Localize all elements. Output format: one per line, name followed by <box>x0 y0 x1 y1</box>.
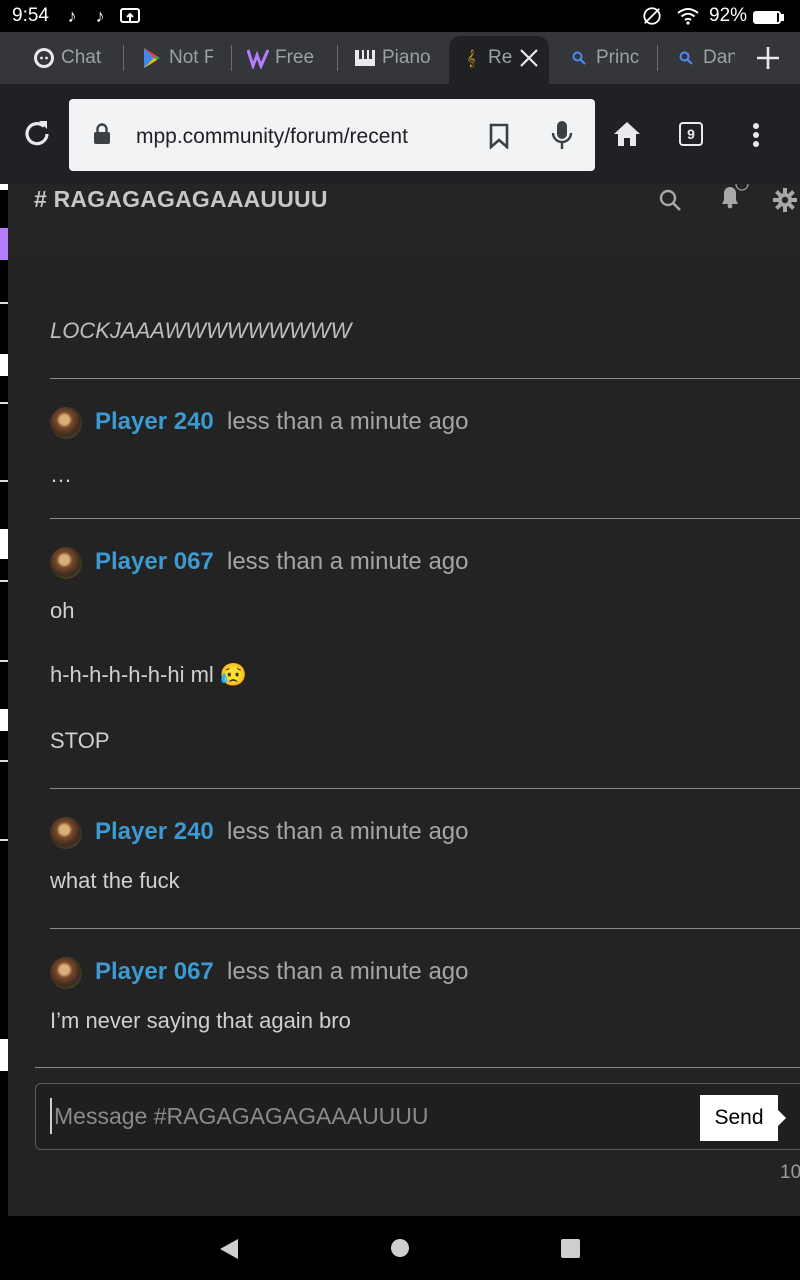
tab-piano[interactable]: Piano <box>354 38 430 78</box>
message-divider <box>50 518 800 519</box>
message-timestamp: less than a minute ago <box>227 818 469 845</box>
send-button[interactable]: Send <box>700 1095 778 1141</box>
home-circle-icon[interactable] <box>390 1238 410 1258</box>
url-text[interactable]: mpp.community/forum/recent <box>136 125 408 149</box>
tab-label: Re <box>488 47 512 68</box>
message-author[interactable]: Player 067 <box>95 548 214 576</box>
back-icon[interactable] <box>219 1238 239 1260</box>
channel-name: RAGAGAGAGAAAUUUU <box>53 186 328 212</box>
message-author[interactable]: Player 067 <box>95 958 214 986</box>
message-divider <box>50 378 800 379</box>
reload-button[interactable] <box>20 117 56 153</box>
avatar[interactable] <box>50 407 82 439</box>
music-note-favicon: 𝄞 <box>466 49 476 67</box>
chat-favicon <box>33 47 55 69</box>
microphone-icon[interactable] <box>551 119 573 151</box>
tab-free[interactable]: Free <box>247 38 319 78</box>
message-author[interactable]: Player 240 <box>95 818 214 846</box>
browser-toolbar: mpp.community/forum/recent 9 <box>0 84 800 184</box>
message-timestamp: less than a minute ago <box>227 408 469 435</box>
message-text: what the fuck <box>50 868 180 893</box>
tab-chat[interactable]: Chat <box>33 38 105 78</box>
notifications-bell-icon[interactable] <box>716 184 752 212</box>
address-bar[interactable]: mpp.community/forum/recent <box>69 99 595 171</box>
tab-label: Piano <box>382 47 430 68</box>
avatar[interactable] <box>50 817 82 849</box>
status-time: 9:54 <box>12 5 49 26</box>
message-text: h-h-h-h-h-h-hi ml 😥 <box>50 662 248 687</box>
bookmark-icon[interactable] <box>489 123 509 149</box>
search-favicon <box>675 47 697 69</box>
message-text: I’m never saying that again bro <box>50 1008 351 1033</box>
tab-label: Not F <box>169 47 213 68</box>
message-text: … <box>50 462 72 487</box>
plus-icon <box>757 47 779 69</box>
message-input[interactable] <box>50 1098 696 1134</box>
lock-icon <box>94 123 110 144</box>
system-navigation-bar <box>0 1216 800 1280</box>
close-tab-icon[interactable] <box>518 47 540 69</box>
message-timestamp: less than a minute ago <box>227 548 469 575</box>
battery-percent: 92% <box>709 5 748 26</box>
settings-gear-icon[interactable] <box>773 188 797 212</box>
battery-tip <box>781 14 784 21</box>
message-divider <box>50 928 800 929</box>
tab-prince[interactable]: Prince <box>568 38 640 78</box>
message-text: oh <box>50 598 75 623</box>
message-divider <box>35 1067 800 1068</box>
new-tab-button[interactable] <box>752 38 784 78</box>
tiktok-icon: ♪ <box>95 5 105 26</box>
tab-label: Prince <box>596 47 640 68</box>
avatar[interactable] <box>50 957 82 989</box>
battery-icon <box>753 11 781 24</box>
home-icon[interactable] <box>612 120 642 148</box>
tab-label: Chat <box>61 47 102 68</box>
tab-active-re[interactable]: 𝄞 Re <box>460 38 512 78</box>
cast-icon <box>120 6 140 26</box>
page-content: # RAGAGAGAGAAAUUUU LOCKJAAAWWWWWWWWW Pla… <box>0 184 800 1216</box>
piano-favicon <box>354 47 376 69</box>
tab-switcher-button[interactable]: 9 <box>679 122 703 146</box>
tab-not-f[interactable]: Not F <box>141 38 213 78</box>
status-bar: 9:54 ♪ ♪ 92% <box>0 0 800 32</box>
message-composer: Send <box>35 1083 800 1150</box>
wifi-icon <box>676 6 700 26</box>
free-favicon <box>247 47 269 69</box>
message-text: LOCKJAAAWWWWWWWWW <box>50 318 352 343</box>
avatar[interactable] <box>50 547 82 579</box>
channel-sidebar-edge[interactable] <box>0 184 8 1216</box>
character-counter: 10 <box>780 1162 800 1183</box>
search-favicon <box>568 47 590 69</box>
message-author[interactable]: Player 240 <box>95 408 214 436</box>
tab-dan[interactable]: Dan <box>675 38 735 78</box>
tiktok-icon: ♪ <box>67 5 77 26</box>
channel-header: # RAGAGAGAGAAAUUUU <box>8 184 800 254</box>
channel-title: # RAGAGAGAGAAAUUUU <box>34 186 328 213</box>
message-timestamp: less than a minute ago <box>227 958 469 985</box>
more-menu-icon[interactable] <box>752 122 760 148</box>
hash-icon: # <box>34 186 54 212</box>
message-divider <box>50 788 800 789</box>
recents-icon[interactable] <box>561 1239 580 1258</box>
do-not-disturb-icon <box>642 6 662 26</box>
message-text: STOP <box>50 728 110 753</box>
tab-strip: Chat Not F Free Piano 𝄞 Re Prince <box>0 32 800 84</box>
reload-icon <box>25 121 49 146</box>
search-icon[interactable] <box>658 188 682 212</box>
send-arrow <box>778 1110 786 1126</box>
play-store-favicon <box>141 47 163 69</box>
tab-label: Free <box>275 47 315 68</box>
tab-label: Dan <box>703 47 735 68</box>
